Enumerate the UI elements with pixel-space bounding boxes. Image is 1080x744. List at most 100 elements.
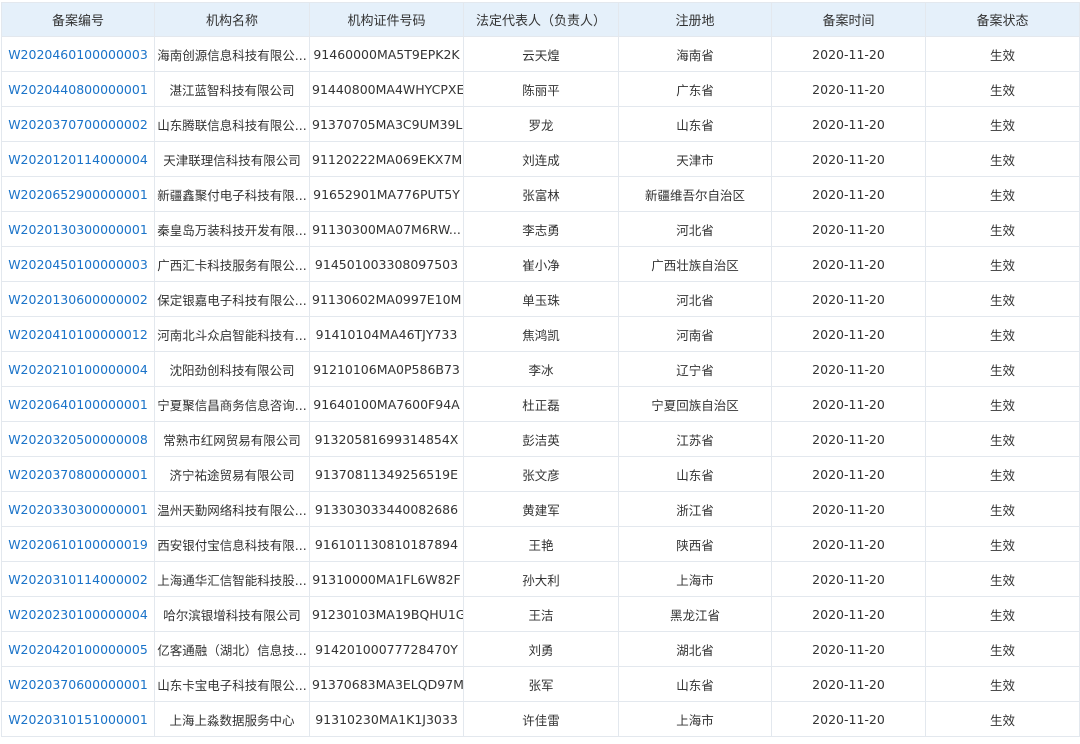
table-row: W2020450100000003 广西汇卡科技服务有限公... 914501003…	[1, 246, 1080, 282]
table-row: W2020370600000001 山东卡宝电子科技有限公... 91370683M…	[1, 666, 1080, 702]
filing-no-link[interactable]: W2020420100000005	[1, 631, 155, 667]
status-cell: 生效	[925, 491, 1080, 527]
legal-rep-cell: 云天煌	[463, 36, 619, 72]
reg-place-cell: 湖北省	[618, 631, 772, 667]
reg-place-cell: 海南省	[618, 36, 772, 72]
filing-date-cell: 2020-11-20	[771, 561, 926, 597]
filing-date-cell: 2020-11-20	[771, 36, 926, 72]
status-cell: 生效	[925, 631, 1080, 667]
table-row: W2020230100000004 哈尔滨银增科技有限公司 91230103MA19…	[1, 596, 1080, 632]
legal-rep-cell: 罗龙	[463, 106, 619, 142]
column-header-filing-no: 备案编号	[1, 2, 155, 37]
filing-date-cell: 2020-11-20	[771, 526, 926, 562]
status-cell: 生效	[925, 211, 1080, 247]
filing-no-link[interactable]: W2020230100000004	[1, 596, 155, 632]
status-cell: 生效	[925, 176, 1080, 212]
filing-date-cell: 2020-11-20	[771, 456, 926, 492]
filing-no-link[interactable]: W2020320500000008	[1, 421, 155, 457]
filing-date-cell: 2020-11-20	[771, 316, 926, 352]
filing-date-cell: 2020-11-20	[771, 701, 926, 737]
table-row: W2020210100000004 沈阳劲创科技有限公司 91210106MA0P5…	[1, 351, 1080, 387]
org-name-cell: 温州天勤网络科技有限公...	[154, 491, 310, 527]
cert-no-cell: 91130602MA0997E10M	[309, 281, 464, 317]
reg-place-cell: 天津市	[618, 141, 772, 177]
header-row: 备案编号 机构名称 机构证件号码 法定代表人（负责人） 注册地 备案时间 备案状…	[1, 2, 1080, 37]
filing-no-link[interactable]: W2020652900000001	[1, 176, 155, 212]
org-name-cell: 沈阳劲创科技有限公司	[154, 351, 310, 387]
org-name-cell: 海南创源信息科技有限公...	[154, 36, 310, 72]
filing-date-cell: 2020-11-20	[771, 421, 926, 457]
column-header-org-name: 机构名称	[154, 2, 310, 37]
filing-table: 备案编号 机构名称 机构证件号码 法定代表人（负责人） 注册地 备案时间 备案状…	[1, 2, 1080, 737]
filing-no-link[interactable]: W2020610100000019	[1, 526, 155, 562]
filing-no-link[interactable]: W2020370600000001	[1, 666, 155, 702]
status-cell: 生效	[925, 36, 1080, 72]
cert-no-cell: 91320581699314854X	[309, 421, 464, 457]
filing-no-link[interactable]: W2020210100000004	[1, 351, 155, 387]
filing-no-link[interactable]: W2020120114000004	[1, 141, 155, 177]
reg-place-cell: 宁夏回族自治区	[618, 386, 772, 422]
org-name-cell: 山东卡宝电子科技有限公...	[154, 666, 310, 702]
status-cell: 生效	[925, 701, 1080, 737]
reg-place-cell: 广西壮族自治区	[618, 246, 772, 282]
table-body: W2020460100000003 海南创源信息科技有限公... 91460000M…	[1, 36, 1080, 737]
cert-no-cell: 91460000MA5T9EPK2K	[309, 36, 464, 72]
legal-rep-cell: 刘勇	[463, 631, 619, 667]
cert-no-cell: 916101130810187894	[309, 526, 464, 562]
filing-no-link[interactable]: W2020450100000003	[1, 246, 155, 282]
filing-date-cell: 2020-11-20	[771, 246, 926, 282]
org-name-cell: 常熟市红网贸易有限公司	[154, 421, 310, 457]
status-cell: 生效	[925, 561, 1080, 597]
cert-no-cell: 91310000MA1FL6W82F	[309, 561, 464, 597]
org-name-cell: 哈尔滨银增科技有限公司	[154, 596, 310, 632]
status-cell: 生效	[925, 141, 1080, 177]
reg-place-cell: 辽宁省	[618, 351, 772, 387]
filing-date-cell: 2020-11-20	[771, 386, 926, 422]
reg-place-cell: 上海市	[618, 561, 772, 597]
cert-no-cell: 914501003308097503	[309, 246, 464, 282]
filing-no-link[interactable]: W2020310151000001	[1, 701, 155, 737]
filing-date-cell: 2020-11-20	[771, 666, 926, 702]
filing-date-cell: 2020-11-20	[771, 491, 926, 527]
filing-no-link[interactable]: W2020130300000001	[1, 211, 155, 247]
status-cell: 生效	[925, 386, 1080, 422]
table-row: W2020330300000001 温州天勤网络科技有限公... 913303033…	[1, 491, 1080, 527]
column-header-cert-no: 机构证件号码	[309, 2, 464, 37]
org-name-cell: 济宁祐途贸易有限公司	[154, 456, 310, 492]
filing-no-link[interactable]: W2020440800000001	[1, 71, 155, 107]
filing-no-link[interactable]: W2020460100000003	[1, 36, 155, 72]
legal-rep-cell: 单玉珠	[463, 281, 619, 317]
filing-date-cell: 2020-11-20	[771, 176, 926, 212]
legal-rep-cell: 李志勇	[463, 211, 619, 247]
cert-no-cell: 91640100MA7600F94A	[309, 386, 464, 422]
filing-date-cell: 2020-11-20	[771, 71, 926, 107]
column-header-status: 备案状态	[925, 2, 1080, 37]
filing-no-link[interactable]: W2020130600000002	[1, 281, 155, 317]
reg-place-cell: 广东省	[618, 71, 772, 107]
reg-place-cell: 河南省	[618, 316, 772, 352]
filing-no-link[interactable]: W2020330300000001	[1, 491, 155, 527]
cert-no-cell: 91420100077728470Y	[309, 631, 464, 667]
legal-rep-cell: 黄建军	[463, 491, 619, 527]
cert-no-cell: 91652901MA776PUT5Y	[309, 176, 464, 212]
filing-no-link[interactable]: W2020640100000001	[1, 386, 155, 422]
org-name-cell: 上海上淼数据服务中心	[154, 701, 310, 737]
filing-no-link[interactable]: W2020370700000002	[1, 106, 155, 142]
reg-place-cell: 山东省	[618, 106, 772, 142]
reg-place-cell: 上海市	[618, 701, 772, 737]
status-cell: 生效	[925, 666, 1080, 702]
table-row: W2020130300000001 秦皇岛万装科技开发有限... 91130300M…	[1, 211, 1080, 247]
filing-date-cell: 2020-11-20	[771, 211, 926, 247]
legal-rep-cell: 李冰	[463, 351, 619, 387]
status-cell: 生效	[925, 106, 1080, 142]
status-cell: 生效	[925, 421, 1080, 457]
filing-date-cell: 2020-11-20	[771, 351, 926, 387]
reg-place-cell: 新疆维吾尔自治区	[618, 176, 772, 212]
filing-no-link[interactable]: W2020410100000012	[1, 316, 155, 352]
cert-no-cell: 91230103MA19BQHU1G	[309, 596, 464, 632]
reg-place-cell: 江苏省	[618, 421, 772, 457]
filing-no-link[interactable]: W2020370800000001	[1, 456, 155, 492]
filing-no-link[interactable]: W2020310114000002	[1, 561, 155, 597]
table-row: W2020310114000002 上海通华汇信智能科技股... 91310000M…	[1, 561, 1080, 597]
cert-no-cell: 91130300MA07M6RW...	[309, 211, 464, 247]
